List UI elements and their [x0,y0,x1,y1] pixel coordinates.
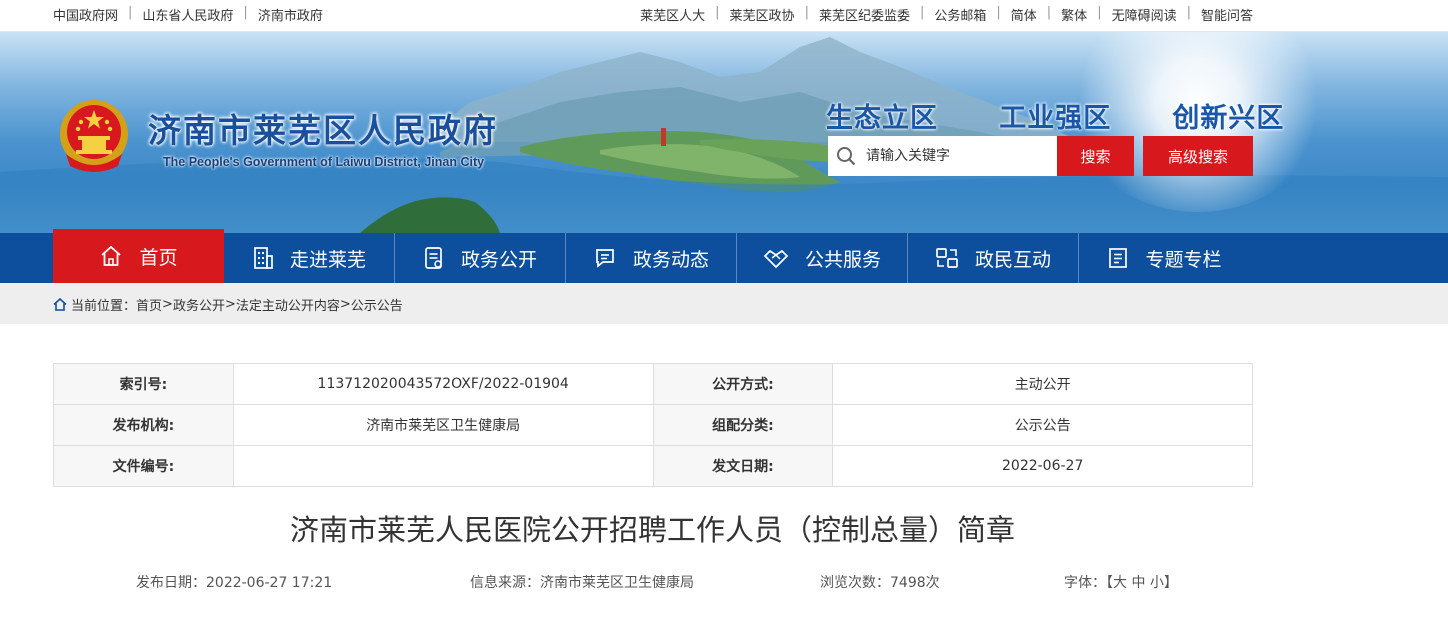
nav-gov-news[interactable]: 政务动态 [566,233,737,283]
divider: | [1186,5,1191,20]
search-box [828,136,1057,176]
index-label: 索引号: [53,363,234,405]
nav-label: 政务动态 [632,248,709,271]
search-button[interactable]: 搜索 [1057,136,1134,176]
link-traditional[interactable]: 繁体 [1061,5,1087,24]
national-emblem-icon [60,100,128,172]
link-shandong-gov[interactable]: 山东省人民政府 [142,5,233,24]
breadcrumb-prefix: 当前位置： [71,299,137,314]
handshake-icon [763,249,789,269]
breadcrumb-separator: > [162,297,173,312]
home-icon [53,298,67,311]
site-title-english: The People's Government of Laiwu Distric… [163,155,485,169]
divider: | [715,5,720,20]
nav-label: 首页 [139,246,178,269]
method-value: 主动公开 [832,363,1253,405]
nav-label: 政务公开 [460,248,537,271]
index-value: 113712020043572OXF/2022-01904 [232,363,654,405]
docno-value [232,445,654,487]
link-simplified[interactable]: 简体 [1011,5,1037,24]
breadcrumb-statutory[interactable]: 法定主动公开内容 [236,295,340,314]
info-source: 信息来源：济南市莱芜区卫生健康局 [470,575,694,591]
publisher-label: 发布机构: [53,404,234,446]
breadcrumb: 当前位置： 首页 > 政务公开 > 法定主动公开内容 > 公示公告 [0,283,1448,324]
link-mail[interactable]: 公务邮箱 [934,5,986,24]
chat-icon [596,249,614,268]
publisher-value: 济南市莱芜区卫生健康局 [232,404,654,446]
link-zhengxie[interactable]: 莱芜区政协 [730,5,795,24]
search-icon [837,147,856,166]
link-renda[interactable]: 莱芜区人大 [640,5,705,24]
link-smart-qa[interactable]: 智能问答 [1201,5,1253,24]
column-icon [1109,248,1128,268]
home-icon [101,245,122,266]
document-icon [425,247,442,269]
nav-interaction[interactable]: 政民互动 [908,233,1079,283]
nav-label: 公共服务 [804,248,881,271]
interaction-icon [936,248,958,268]
divider: | [804,5,809,20]
top-links-left: 中国政府网 | 山东省人民政府 | 济南市政府 [53,5,323,24]
divider: | [243,5,248,20]
table-row: 文件编号: 发文日期: 2022-06-27 [53,445,1253,487]
link-accessibility[interactable]: 无障碍阅读 [1112,5,1177,24]
nav-gov-affairs-public[interactable]: 政务公开 [395,233,566,283]
nav-public-service[interactable]: 公共服务 [737,233,908,283]
nav-label: 专题专栏 [1145,248,1222,271]
nav-about-laiwu[interactable]: 走进莱芜 [224,233,395,283]
divider: | [1097,5,1102,20]
nav-label: 政民互动 [974,248,1051,271]
docno-label: 文件编号: [53,445,234,487]
font-size-switcher[interactable]: 字体：【大 中 小】 [1064,572,1178,592]
advanced-search-button[interactable]: 高级搜索 [1143,136,1253,176]
search-input[interactable] [866,136,1052,176]
category-value: 公示公告 [832,404,1253,446]
link-gov-cn[interactable]: 中国政府网 [53,5,118,24]
link-jiwei[interactable]: 莱芜区纪委监委 [819,5,910,24]
breadcrumb-separator: > [224,297,236,312]
breadcrumb-separator: > [339,297,351,312]
table-row: 索引号: 113712020043572OXF/2022-01904 公开方式:… [53,363,1253,405]
building-icon [254,247,273,269]
date-value: 2022-06-27 [832,445,1253,487]
date-label: 发文日期: [652,445,834,487]
view-count: 浏览次数：7498次 [820,575,940,591]
breadcrumb-gov-public[interactable]: 政务公开 [173,295,225,314]
main-nav: 首页 走进莱芜 政务公开 政务动态 公共服务 政民互动 专题专栏 [0,229,1448,283]
nav-home[interactable]: 首页 [53,229,224,283]
publish-date: 发布日期：2022-06-27 17:21 [136,575,333,591]
divider: | [919,5,925,20]
divider: | [996,5,1001,20]
category-label: 组配分类: [652,404,834,446]
divider: | [128,5,133,20]
divider: | [1046,5,1052,20]
nav-special-column[interactable]: 专题专栏 [1079,233,1250,283]
link-jinan-gov[interactable]: 济南市政府 [258,5,323,24]
top-bar: 中国政府网 | 山东省人民政府 | 济南市政府 莱芜区人大 | 莱芜区政协 | … [0,0,1448,32]
site-title: 济南市莱芜区人民政府 [148,111,498,150]
method-label: 公开方式: [652,363,834,405]
breadcrumb-home[interactable]: 首页 [136,295,162,314]
header-banner: 济南市莱芜区人民政府 The People's Government of La… [0,32,1448,233]
breadcrumb-notices[interactable]: 公示公告 [351,295,403,314]
slogan: 生态立区 工业强区 创新兴区 [826,103,1285,134]
top-links-right: 莱芜区人大 | 莱芜区政协 | 莱芜区纪委监委 | 公务邮箱 | 简体 | 繁体… [640,5,1253,24]
document-info-table: 索引号: 113712020043572OXF/2022-01904 公开方式:… [53,363,1253,487]
table-row: 发布机构: 济南市莱芜区卫生健康局 组配分类: 公示公告 [53,404,1253,446]
nav-label: 走进莱芜 [289,248,366,271]
article-title: 济南市莱芜人民医院公开招聘工作人员（控制总量）简章 [289,513,1015,547]
